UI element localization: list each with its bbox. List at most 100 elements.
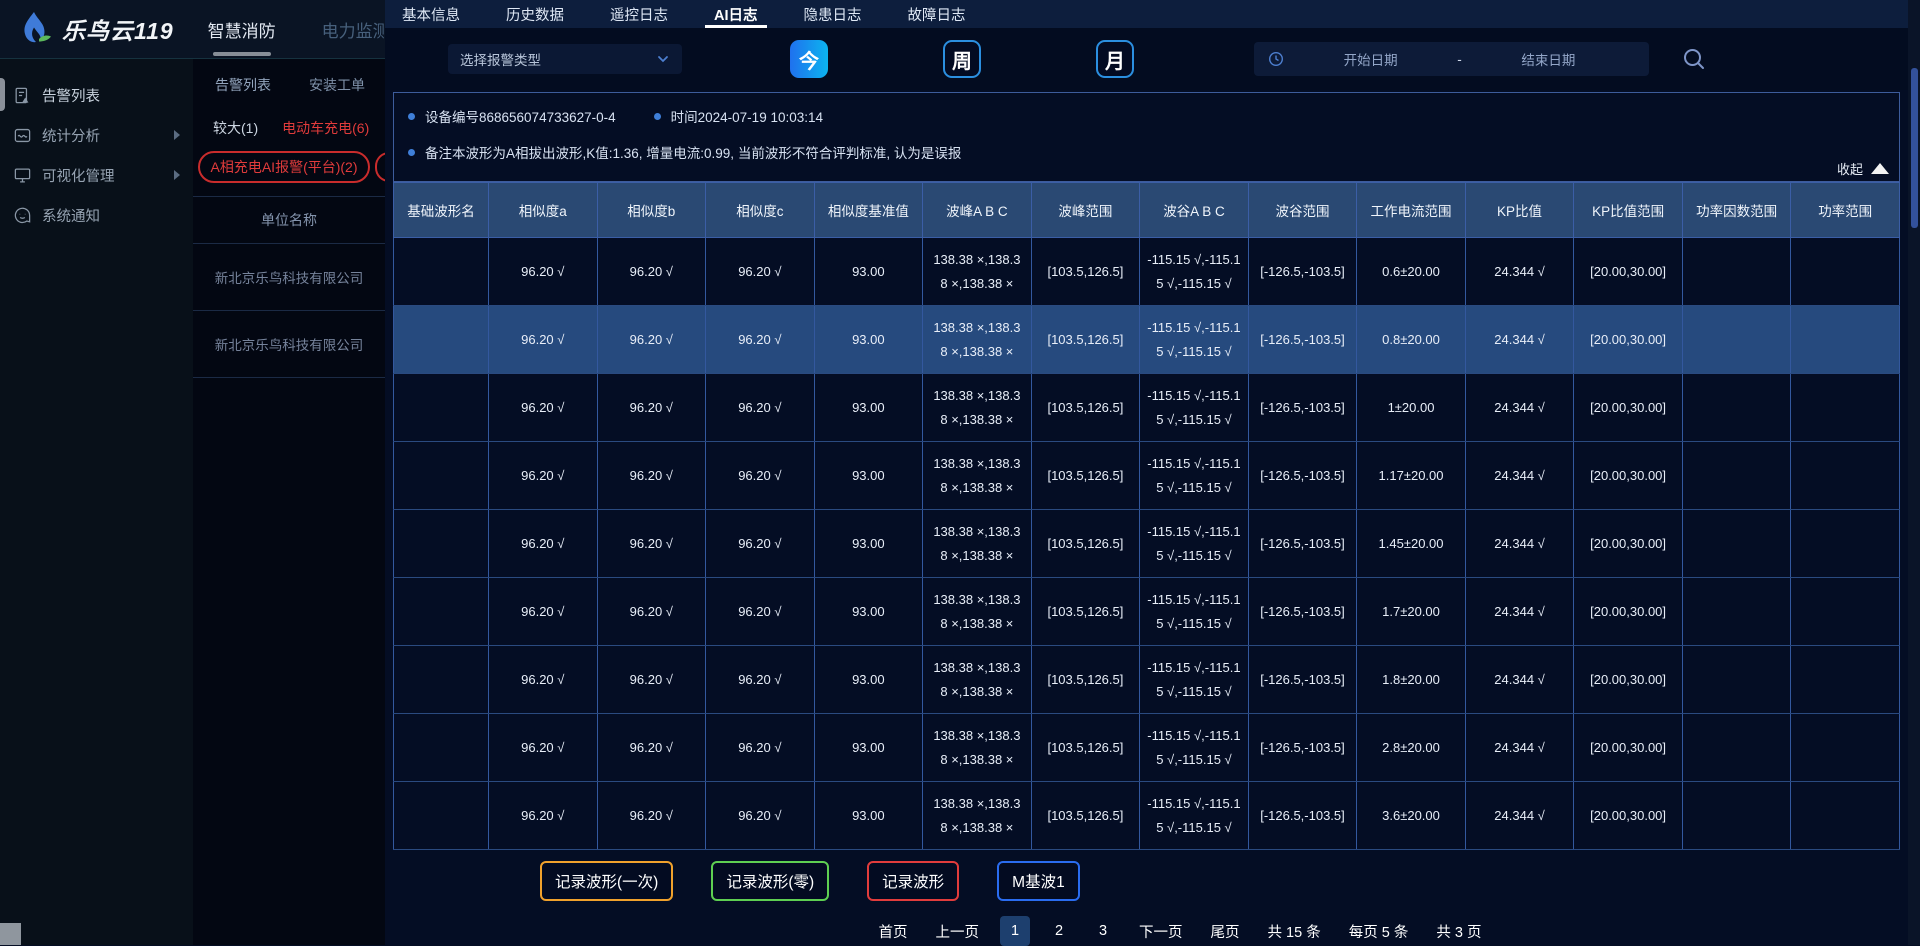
table-cell: 24.344 √ (1465, 306, 1574, 374)
table-row[interactable]: 96.20 √96.20 √96.20 √93.00138.38 ×,138.3… (394, 238, 1900, 306)
alarm-type-pill[interactable]: A相充电AI报警(平台)(2) (198, 151, 370, 183)
table-cell (1791, 714, 1900, 782)
subpanel-tabs: 告警列表 安装工单 (193, 59, 385, 105)
collapse-toggle[interactable]: 收起 (1837, 159, 1889, 178)
alarm-type-pill-clipped[interactable] (375, 152, 385, 182)
table-cell: 24.344 √ (1465, 374, 1574, 442)
record-waveform-button[interactable]: M基波1 (997, 861, 1080, 901)
table-row[interactable]: 96.20 √96.20 √96.20 √93.00138.38 ×,138.3… (394, 374, 1900, 442)
alarm-filter-chip[interactable]: 电动车充电(6) (282, 118, 369, 138)
table-row[interactable]: 96.20 √96.20 √96.20 √93.00138.38 ×,138.3… (394, 714, 1900, 782)
date-range-picker[interactable]: 开始日期 - 结束日期 (1254, 42, 1649, 76)
column-header: KP比值范围 (1574, 183, 1683, 238)
table-row[interactable]: 96.20 √96.20 √96.20 √93.00138.38 ×,138.3… (394, 442, 1900, 510)
table-row[interactable]: 96.20 √96.20 √96.20 √93.00138.38 ×,138.3… (394, 578, 1900, 646)
unit-table-body: 新北京乐鸟科技有限公司新北京乐鸟科技有限公司 (193, 244, 385, 378)
table-cell: 96.20 √ (489, 782, 598, 850)
detail-tab[interactable]: AI日志 (711, 0, 761, 28)
sidebar-menu: 告警列表统计分析可视化管理系统通知 (0, 75, 193, 235)
column-header: 工作电流范围 (1357, 183, 1466, 238)
table-cell: -115.15 √,-115.15 √,-115.15 √ (1140, 238, 1249, 306)
top-nav-item[interactable]: 智慧消防 (206, 0, 278, 58)
table-row[interactable]: 96.20 √96.20 √96.20 √93.00138.38 ×,138.3… (394, 646, 1900, 714)
table-cell: 138.38 ×,138.38 ×,138.38 × (923, 306, 1032, 374)
sidebar-item[interactable]: 可视化管理 (0, 155, 193, 195)
brand-title: 乐鸟云119 (62, 12, 174, 46)
device-number: 设备编号868656074733627-0-4 (425, 106, 616, 126)
sidebar-item[interactable]: 统计分析 (0, 115, 193, 155)
sidebar-item-label: 可视化管理 (42, 165, 115, 186)
table-cell: 24.344 √ (1465, 782, 1574, 850)
table-header-row: 基础波形名相似度a相似度b相似度c相似度基准值波峰A B C波峰范围波谷A B … (394, 183, 1900, 238)
detail-tab[interactable]: 遥控日志 (607, 0, 671, 28)
table-cell: [20.00,30.00] (1574, 238, 1683, 306)
record-waveform-button[interactable]: 记录波形(零) (711, 861, 829, 901)
pagination-prev[interactable]: 上一页 (936, 921, 980, 942)
pagination-per-page: 每页 5 条 (1349, 921, 1409, 942)
top-nav-item[interactable]: 电力监测 (320, 0, 385, 58)
record-waveform-button[interactable]: 记录波形 (867, 861, 959, 901)
table-cell: [-126.5,-103.5] (1248, 238, 1357, 306)
table-row[interactable]: 96.20 √96.20 √96.20 √93.00138.38 ×,138.3… (394, 510, 1900, 578)
table-cell (1682, 442, 1791, 510)
table-cell (394, 714, 489, 782)
scrollbar-thumb[interactable] (1911, 68, 1918, 228)
scrollbar[interactable] (1908, 0, 1920, 945)
table-cell: [20.00,30.00] (1574, 510, 1683, 578)
summary-line-2: 备注本波形为A相拔出波形,K值:1.36, 增量电流:0.99, 当前波形不符合… (408, 142, 1885, 162)
alarm-filter-chips: 较大(1) 电动车充电(6) (193, 105, 385, 138)
unit-table-header: 单位名称 (193, 197, 385, 244)
alarm-filter-chip[interactable]: 较大(1) (213, 118, 258, 138)
table-cell: 1.8±20.00 (1357, 646, 1466, 714)
table-row[interactable]: 96.20 √96.20 √96.20 √93.00138.38 ×,138.3… (394, 782, 1900, 850)
column-header: 波峰A B C (923, 183, 1032, 238)
bullet-icon (408, 113, 415, 120)
detail-tab[interactable]: 基本信息 (399, 0, 463, 28)
detail-tab[interactable]: 历史数据 (503, 0, 567, 28)
pagination-page[interactable]: 2 (1044, 916, 1074, 946)
detail-tab[interactable]: 故障日志 (905, 0, 969, 28)
table-cell: 96.20 √ (597, 442, 706, 510)
start-date-field[interactable]: 开始日期 (1284, 49, 1457, 69)
pagination-next[interactable]: 下一页 (1139, 921, 1183, 942)
pagination-total: 共 15 条 (1268, 921, 1321, 942)
month-button[interactable]: 月 (1096, 40, 1134, 78)
alarm-type-select[interactable]: 选择报警类型 (448, 44, 682, 74)
stats-icon (13, 126, 32, 145)
table-cell (1682, 782, 1791, 850)
pagination-last[interactable]: 尾页 (1211, 921, 1240, 942)
table-cell: 93.00 (814, 306, 923, 374)
table-row[interactable]: 96.20 √96.20 √96.20 √93.00138.38 ×,138.3… (394, 306, 1900, 374)
column-header: 波峰范围 (1031, 183, 1140, 238)
monitor-icon (13, 166, 32, 185)
table-cell (1791, 442, 1900, 510)
subpanel-tab[interactable]: 告警列表 (215, 75, 271, 95)
main-content: 基本信息 历史数据 遥控日志 AI日志 隐患日志 故障日志 选择报警类型 今 周 月 开始… (385, 0, 1920, 945)
table-cell: 96.20 √ (706, 578, 815, 646)
pagination-first[interactable]: 首页 (879, 921, 908, 942)
table-cell: -115.15 √,-115.15 √,-115.15 √ (1140, 442, 1249, 510)
sidebar-item-label: 统计分析 (42, 125, 100, 146)
sidebar-item[interactable]: 系统通知 (0, 195, 193, 235)
record-waveform-button[interactable]: 记录波形(一次) (540, 861, 673, 901)
table-cell: [20.00,30.00] (1574, 782, 1683, 850)
detail-tabs: 基本信息 历史数据 遥控日志 AI日志 隐患日志 故障日志 (385, 0, 1920, 28)
today-button[interactable]: 今 (790, 40, 828, 78)
sidebar-item[interactable]: 告警列表 (0, 75, 193, 115)
table-cell (1682, 510, 1791, 578)
unit-row[interactable]: 新北京乐鸟科技有限公司 (193, 311, 385, 378)
pagination-pages: 123 (993, 916, 1125, 946)
pagination-page[interactable]: 3 (1088, 916, 1118, 946)
pagination-page[interactable]: 1 (1000, 916, 1030, 946)
table-cell: 96.20 √ (489, 646, 598, 714)
sidebar-collapse-handle[interactable] (0, 923, 21, 945)
table-cell: 138.38 ×,138.38 ×,138.38 × (923, 646, 1032, 714)
table-cell: 96.20 √ (489, 238, 598, 306)
table-cell: 24.344 √ (1465, 238, 1574, 306)
detail-tab[interactable]: 隐患日志 (801, 0, 865, 28)
search-icon[interactable] (1681, 46, 1707, 72)
subpanel-tab[interactable]: 安装工单 (309, 75, 365, 95)
end-date-field[interactable]: 结束日期 (1462, 49, 1635, 69)
week-button[interactable]: 周 (943, 40, 981, 78)
unit-row[interactable]: 新北京乐鸟科技有限公司 (193, 244, 385, 311)
